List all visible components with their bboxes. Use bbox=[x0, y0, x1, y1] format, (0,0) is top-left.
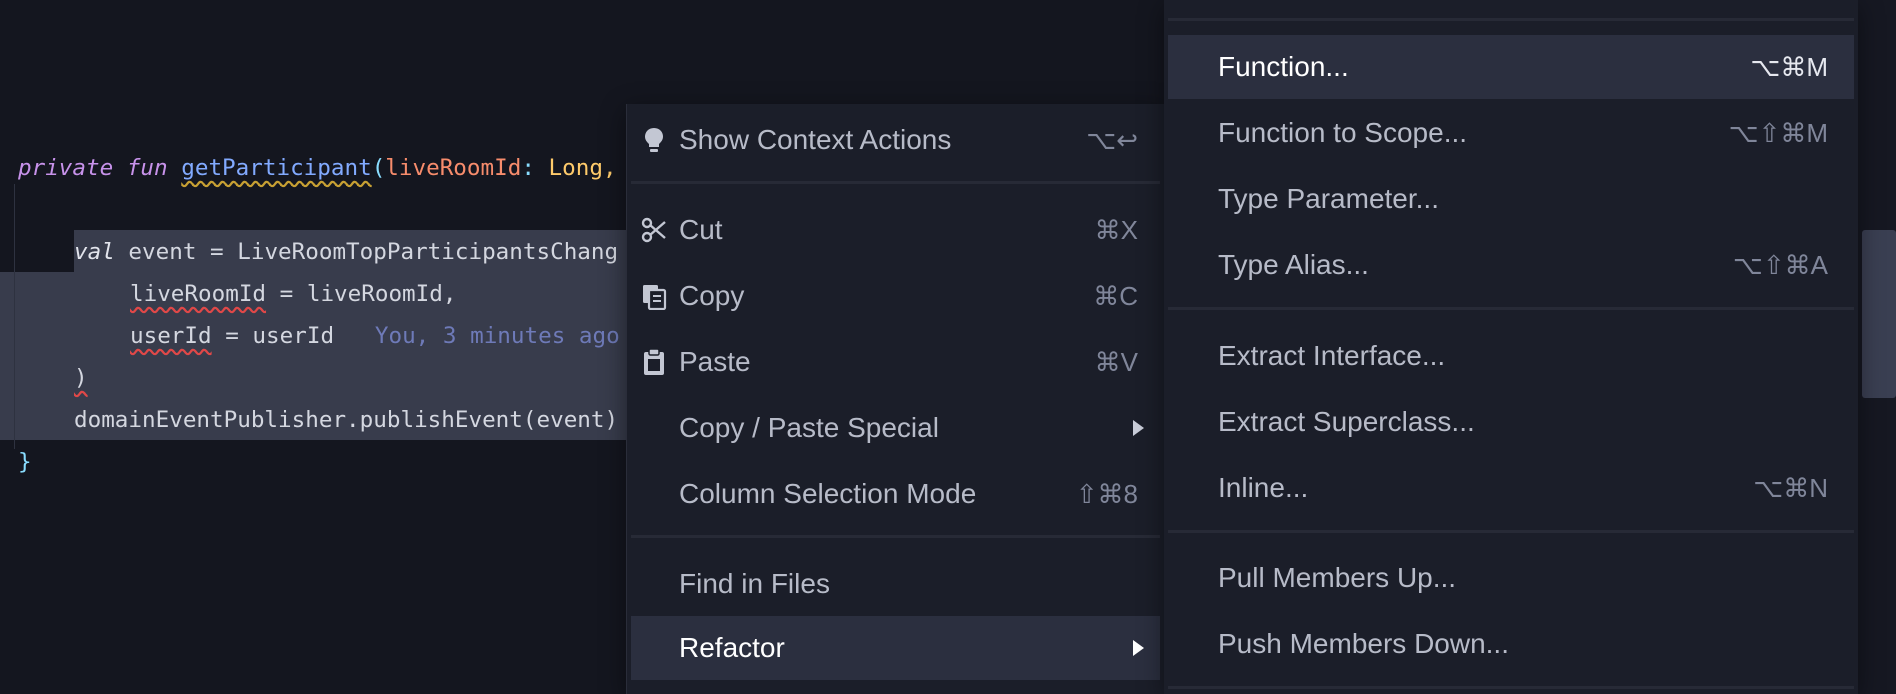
menu-item-shortcut: ⇧⌘8 bbox=[1075, 478, 1138, 509]
menu-item-shortcut: ⌥⌘M bbox=[1750, 51, 1828, 82]
menu-item-label: Cut bbox=[679, 214, 723, 245]
menu-item-label: Function... bbox=[1218, 51, 1349, 82]
git-blame-annotation: You, 3 minutes ago bbox=[374, 323, 620, 349]
submenu-item-function-to-scope[interactable]: Function to Scope... ⌥⇧⌘M bbox=[1168, 101, 1854, 165]
keyword-val: val bbox=[74, 239, 115, 265]
code-line-8: } bbox=[18, 442, 32, 482]
submenu-item-pull-members-up[interactable]: Pull Members Up... bbox=[1168, 546, 1854, 610]
submenu-item-type-parameter[interactable]: Type Parameter... bbox=[1168, 167, 1854, 231]
menu-item-shortcut: ⌥⇧⌘M bbox=[1728, 117, 1828, 148]
menu-item-shortcut: ⌥⇧⌘A bbox=[1732, 249, 1828, 280]
code-line-4: liveRoomId = liveRoomId, bbox=[130, 274, 456, 314]
menu-item-paste[interactable]: Paste ⌘V bbox=[631, 330, 1160, 394]
submenu-item-function[interactable]: Function... ⌥⌘M bbox=[1168, 35, 1854, 99]
menu-item-show-context-actions[interactable]: Show Context Actions ⌥↩ bbox=[631, 108, 1160, 172]
menu-item-label: Inline... bbox=[1218, 472, 1309, 503]
menu-item-refactor[interactable]: Refactor bbox=[631, 616, 1160, 680]
menu-item-label: Show Context Actions bbox=[679, 124, 952, 155]
code-line-5: userId = userId You, 3 minutes ago bbox=[130, 316, 620, 356]
menu-item-find-in-files[interactable]: Find in Files bbox=[631, 552, 1160, 616]
menu-item-column-selection-mode[interactable]: Column Selection Mode ⇧⌘8 bbox=[631, 462, 1160, 526]
lightbulb-icon bbox=[645, 128, 663, 152]
submenu-arrow-icon bbox=[1133, 640, 1144, 656]
submenu-item-type-alias[interactable]: Type Alias... ⌥⇧⌘A bbox=[1168, 233, 1854, 297]
menu-item-label: Column Selection Mode bbox=[679, 478, 977, 509]
submenu-item-inline[interactable]: Inline... ⌥⌘N bbox=[1168, 456, 1854, 520]
menu-separator bbox=[1168, 530, 1854, 533]
code-text: = liveRoomId, bbox=[266, 281, 457, 307]
code-line-1: private fun getParticipant(liveRoomId: L… bbox=[18, 148, 617, 188]
submenu-item-push-members-down[interactable]: Push Members Down... bbox=[1168, 612, 1854, 676]
named-argument: userId bbox=[130, 323, 212, 349]
close-brace: } bbox=[18, 449, 32, 475]
menu-item-shortcut: ⌥↩ bbox=[1086, 124, 1138, 155]
code-line-6: ) bbox=[74, 358, 88, 398]
function-name[interactable]: getParticipant bbox=[181, 155, 371, 181]
menu-item-label: Extract Interface... bbox=[1218, 340, 1446, 371]
submenu-item-extract-superclass[interactable]: Extract Superclass... bbox=[1168, 390, 1854, 454]
keyword-fun: fun bbox=[126, 155, 168, 181]
code-text: event = LiveRoomTopParticipantsChang bbox=[114, 239, 619, 265]
named-argument: liveRoomId bbox=[130, 281, 267, 307]
keyword-private: private bbox=[18, 155, 114, 181]
menu-item-copy-paste-special[interactable]: Copy / Paste Special bbox=[631, 396, 1160, 460]
context-menu: Show Context Actions ⌥↩ Cut ⌘X Copy ⌘C P… bbox=[626, 104, 1164, 694]
parameter-type: Long, bbox=[548, 155, 617, 181]
menu-item-label: Extract Superclass... bbox=[1218, 406, 1475, 437]
parameter-name: liveRoomId bbox=[385, 155, 522, 181]
close-paren: ) bbox=[74, 365, 88, 391]
menu-item-label: Function to Scope... bbox=[1218, 117, 1468, 148]
menu-item-shortcut: ⌥⌘N bbox=[1753, 472, 1828, 503]
scissors-icon bbox=[641, 217, 666, 243]
code-text: domainEventPublisher.publishEvent(event) bbox=[74, 407, 619, 433]
menu-item-label: Type Alias... bbox=[1218, 249, 1369, 280]
menu-item-shortcut: ⌘X bbox=[1094, 214, 1138, 245]
submenu-item-extract-interface[interactable]: Extract Interface... bbox=[1168, 324, 1854, 388]
menu-item-label: Paste bbox=[679, 346, 751, 377]
scrollbar-thumb[interactable] bbox=[1862, 230, 1896, 398]
menu-separator bbox=[1168, 686, 1854, 689]
code-line-7: domainEventPublisher.publishEvent(event) bbox=[74, 400, 618, 440]
menu-item-label: Push Members Down... bbox=[1218, 628, 1509, 659]
menu-separator bbox=[1168, 18, 1854, 21]
menu-item-label: Copy / Paste Special bbox=[679, 412, 939, 443]
menu-separator bbox=[1168, 307, 1854, 310]
menu-item-label: Type Parameter... bbox=[1218, 183, 1439, 214]
clipboard-icon bbox=[644, 348, 664, 375]
indent-guide bbox=[14, 184, 15, 449]
menu-item-copy[interactable]: Copy ⌘C bbox=[631, 264, 1160, 328]
menu-item-cut[interactable]: Cut ⌘X bbox=[631, 198, 1160, 262]
colon: : bbox=[521, 155, 535, 181]
menu-item-shortcut: ⌘V bbox=[1094, 346, 1138, 377]
copy-icon bbox=[643, 285, 667, 310]
refactor-submenu: Function... ⌥⌘M Function to Scope... ⌥⇧⌘… bbox=[1164, 0, 1858, 694]
submenu-arrow-icon bbox=[1133, 420, 1144, 436]
menu-item-label: Find in Files bbox=[679, 568, 830, 599]
open-paren: ( bbox=[371, 155, 386, 181]
menu-separator bbox=[631, 535, 1160, 538]
menu-item-label: Copy bbox=[679, 280, 745, 311]
menu-item-label: Pull Members Up... bbox=[1218, 562, 1457, 593]
menu-separator bbox=[631, 181, 1160, 184]
menu-item-shortcut: ⌘C bbox=[1093, 280, 1138, 311]
menu-item-label: Refactor bbox=[679, 632, 785, 663]
code-text: = userId bbox=[211, 323, 335, 349]
code-line-3: val event = LiveRoomTopParticipantsChang bbox=[74, 232, 618, 272]
